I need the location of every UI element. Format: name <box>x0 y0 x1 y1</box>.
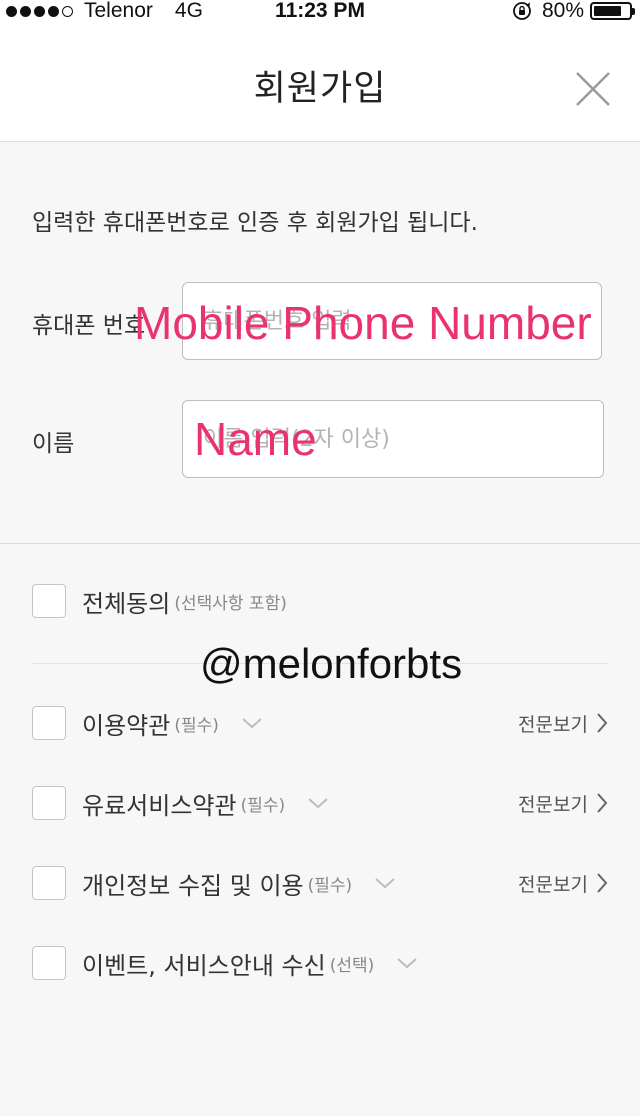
rotation-lock-icon <box>512 1 532 21</box>
view-full-link[interactable]: 전문보기 <box>518 705 608 741</box>
close-icon <box>576 72 610 106</box>
page-title: 회원가입 <box>253 69 387 109</box>
agreement-checkbox[interactable] <box>32 706 66 740</box>
battery-percent: 80% <box>541 0 584 22</box>
battery-icon <box>590 2 635 20</box>
view-full-link[interactable]: 전문보기 <box>518 865 608 901</box>
section-divider <box>0 543 640 544</box>
battery-level <box>594 6 622 16</box>
chevron-down-icon[interactable] <box>374 876 396 890</box>
phone-input[interactable] <box>182 282 602 360</box>
watermark-text: @melonforbts <box>200 640 463 687</box>
agreement-note: (필수) <box>307 875 353 896</box>
chevron-right-icon <box>596 792 608 814</box>
name-label: 이름 <box>32 431 75 457</box>
close-button[interactable] <box>566 62 620 116</box>
chevron-down-icon[interactable] <box>396 956 418 970</box>
view-full-label: 전문보기 <box>518 713 588 736</box>
chevron-down-icon[interactable] <box>307 796 329 810</box>
agreement-note: (필수) <box>240 795 286 816</box>
agreement-checkbox[interactable] <box>32 786 66 820</box>
agree-all-note: (선택사항 포함) <box>174 593 287 614</box>
agree-all-label: 전체동의 <box>82 589 171 618</box>
agree-all-checkbox[interactable] <box>32 584 66 618</box>
agreement-label: 이용약관 <box>82 711 171 740</box>
agree-all-row[interactable]: 전체동의 (선택사항 포함) <box>32 583 287 619</box>
name-input[interactable] <box>182 400 604 478</box>
agreement-label: 유료서비스약관 <box>82 791 237 820</box>
view-full-label: 전문보기 <box>518 873 588 896</box>
view-full-link[interactable]: 전문보기 <box>518 785 608 821</box>
agree-divider <box>32 663 608 664</box>
agreement-label: 개인정보 수집 및 이용 <box>82 871 304 900</box>
agreement-checkbox[interactable] <box>32 946 66 980</box>
phone-label: 휴대폰 번호 <box>32 313 146 339</box>
status-bar: Telenor 4G 11:23 PM 80% <box>0 0 640 26</box>
agreement-checkbox[interactable] <box>32 866 66 900</box>
intro-text: 입력한 휴대폰번호로 인증 후 회원가입 됩니다. <box>32 210 478 236</box>
status-right: 80% <box>512 0 635 22</box>
agreement-note: (선택) <box>329 955 375 976</box>
agreement-row-marketing[interactable]: 이벤트, 서비스안내 수신 (선택) <box>32 945 418 981</box>
agreement-note: (필수) <box>174 715 219 736</box>
agreement-row-paid-terms[interactable]: 유료서비스약관 (필수) <box>32 785 329 821</box>
agreement-row-privacy[interactable]: 개인정보 수집 및 이용 (필수) <box>32 865 396 901</box>
view-full-label: 전문보기 <box>518 793 588 816</box>
agreement-label: 이벤트, 서비스안내 수신 <box>82 951 326 980</box>
header-bar: 회원가입 <box>0 26 640 142</box>
chevron-down-icon[interactable] <box>241 716 263 730</box>
agreement-row-terms[interactable]: 이용약관 (필수) <box>32 705 263 741</box>
chevron-right-icon <box>596 712 608 734</box>
chevron-right-icon <box>596 872 608 894</box>
